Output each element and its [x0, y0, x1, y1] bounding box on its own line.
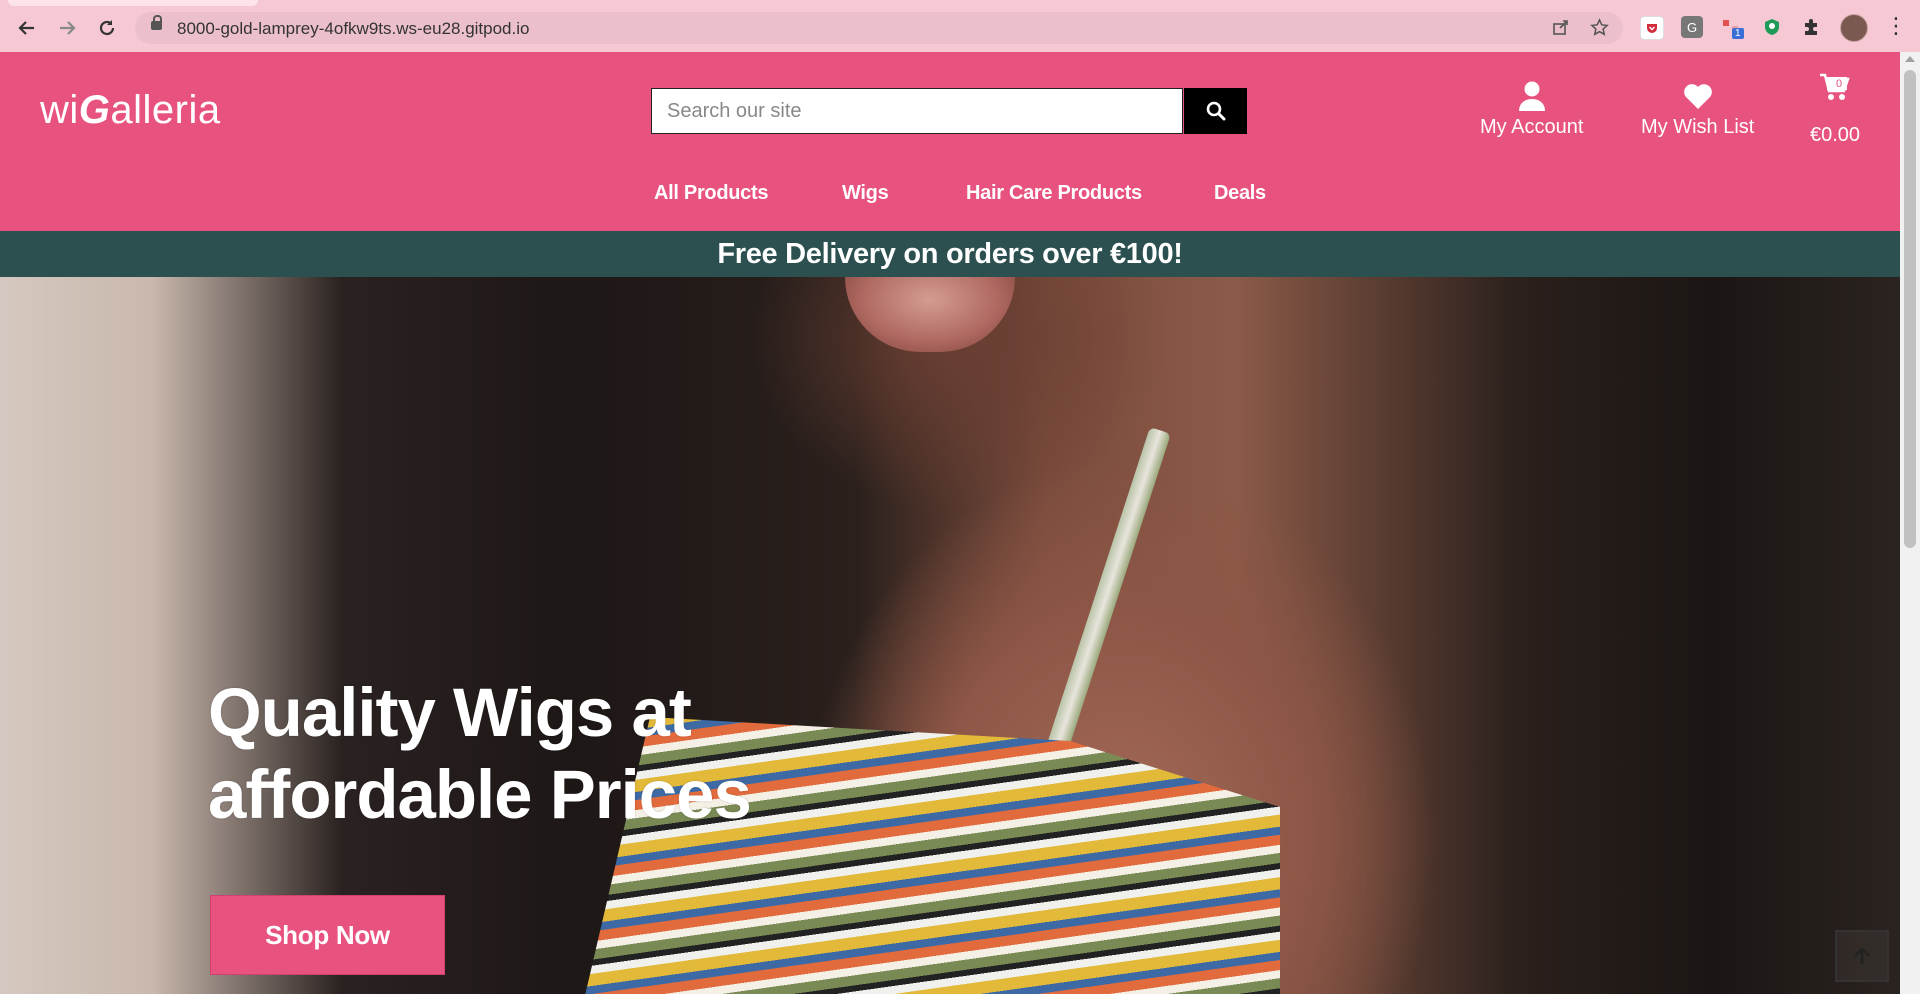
- nav-hair-care-products[interactable]: Hair Care Products: [966, 182, 1142, 205]
- address-bar[interactable]: 8000-gold-lamprey-4ofkw9ts.ws-eu28.gitpo…: [135, 12, 1623, 44]
- logo-suffix: alleria: [110, 88, 221, 132]
- hero-title-line2: affordable Prices: [208, 756, 752, 833]
- back-to-top-button[interactable]: [1835, 930, 1889, 982]
- logo-prefix: wi: [40, 88, 79, 132]
- wishlist-label: My Wish List: [1641, 116, 1755, 138]
- reload-icon[interactable]: [93, 14, 121, 42]
- cart-total[interactable]: €0.00: [1810, 124, 1860, 147]
- lock-icon[interactable]: [151, 15, 162, 30]
- search-input[interactable]: [651, 88, 1183, 134]
- user-icon: [1480, 80, 1583, 114]
- heart-icon: [1641, 80, 1754, 114]
- shield-extension-icon[interactable]: [1761, 16, 1783, 38]
- url-text[interactable]: 8000-gold-lamprey-4ofkw9ts.ws-eu28.gitpo…: [177, 19, 529, 39]
- nav-all-products[interactable]: All Products: [654, 182, 769, 205]
- arrow-up-icon: [1854, 947, 1870, 964]
- cart-count-badge: 0: [1836, 78, 1843, 90]
- share-icon[interactable]: [1552, 18, 1570, 41]
- delivery-banner: Free Delivery on orders over €100!: [0, 231, 1900, 277]
- my-account-link[interactable]: My Account: [1480, 80, 1583, 139]
- hero-photo-lips: [845, 277, 1015, 352]
- profile-avatar[interactable]: [1840, 14, 1868, 42]
- puzzle-extensions-icon[interactable]: [1800, 16, 1822, 38]
- extension-badge: 1: [1732, 28, 1744, 39]
- nav-deals[interactable]: Deals: [1214, 182, 1266, 205]
- kebab-menu-icon[interactable]: ⋮: [1885, 13, 1907, 39]
- search-icon: [1206, 101, 1225, 121]
- wishlist-link[interactable]: My Wish List: [1641, 80, 1754, 139]
- page-scrollbar[interactable]: [1900, 52, 1920, 994]
- site-logo[interactable]: wiGalleria: [40, 88, 221, 133]
- site-header: wiGalleria My Account My Wish List 0 €0.…: [0, 52, 1900, 231]
- forward-icon[interactable]: [53, 14, 81, 42]
- scrollbar-thumb[interactable]: [1904, 70, 1916, 548]
- tab-strip: [0, 0, 1920, 6]
- pocket-extension-icon[interactable]: [1640, 16, 1664, 40]
- cart-icon[interactable]: [1818, 70, 1852, 109]
- search-button[interactable]: [1184, 88, 1247, 134]
- hero-title: Quality Wigs at affordable Prices: [208, 672, 752, 836]
- hero-title-line1: Quality Wigs at: [208, 674, 692, 751]
- nav-wigs[interactable]: Wigs: [842, 182, 889, 205]
- shop-now-button[interactable]: Shop Now: [210, 895, 445, 975]
- grammar-extension-icon[interactable]: G: [1681, 16, 1703, 38]
- my-account-label: My Account: [1480, 116, 1584, 138]
- bookmark-star-icon[interactable]: [1590, 18, 1609, 42]
- site-search: [651, 88, 1247, 134]
- hero-section: Quality Wigs at affordable Prices Shop N…: [0, 277, 1900, 994]
- scroll-up-arrow-icon[interactable]: [1905, 56, 1915, 62]
- active-tab[interactable]: [8, 0, 258, 6]
- browser-toolbar: 8000-gold-lamprey-4ofkw9ts.ws-eu28.gitpo…: [0, 0, 1920, 52]
- network-extension-icon[interactable]: 1: [1720, 16, 1744, 39]
- back-icon[interactable]: [13, 14, 41, 42]
- logo-g: G: [78, 88, 111, 132]
